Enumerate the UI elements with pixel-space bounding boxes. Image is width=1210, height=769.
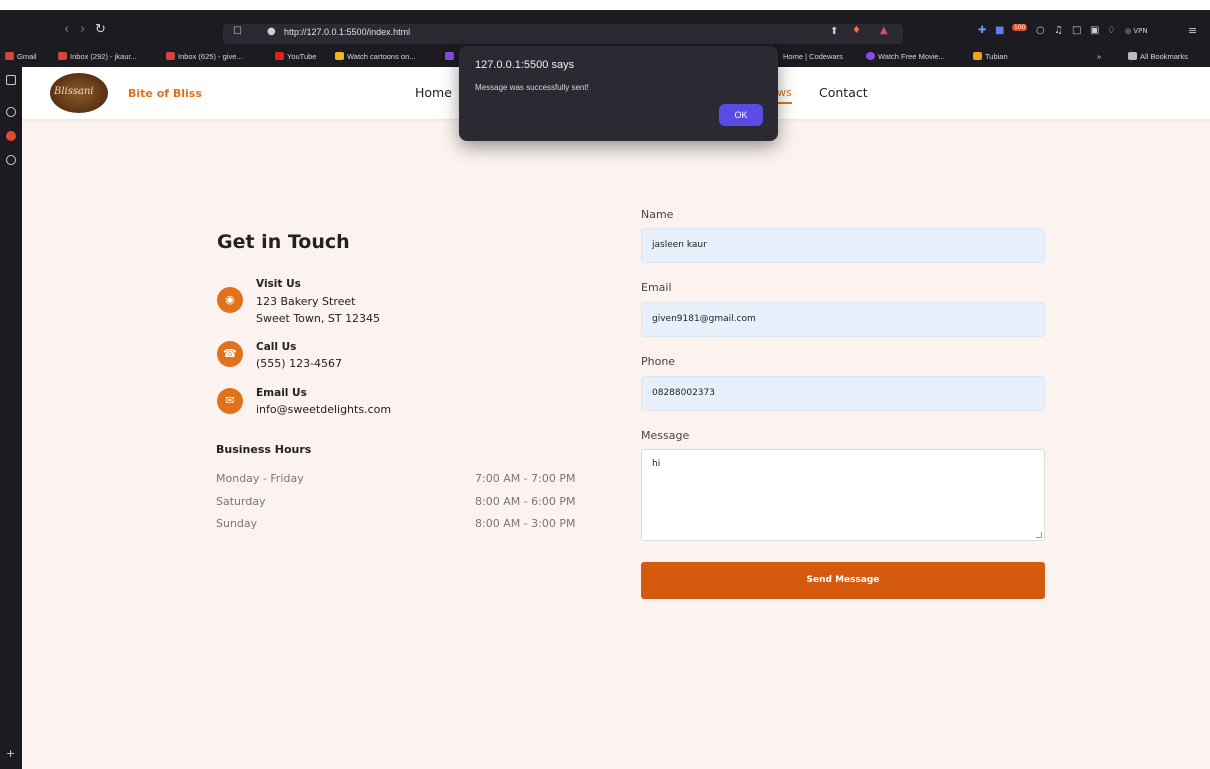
sidebar-panel-icon[interactable] (6, 75, 16, 85)
email-field[interactable]: given9181@gmail.com (641, 302, 1045, 337)
sidebar-toggle-icon[interactable]: □ (1072, 25, 1081, 36)
hours-time: 7:00 AM - 7:00 PM (475, 472, 576, 485)
call-title: Call Us (256, 341, 297, 353)
phone-label: Phone (641, 355, 676, 368)
hours-day: Saturday (216, 495, 266, 508)
extension-2-icon[interactable]: ■ (995, 25, 1004, 36)
bookmark-page-icon[interactable]: ☐ (233, 26, 242, 37)
message-text: hi (652, 459, 661, 469)
screenshot-icon[interactable]: ▣ (1090, 25, 1099, 36)
badge-count[interactable]: 100 (1012, 24, 1028, 31)
cartoon-icon (335, 52, 344, 60)
rewards-icon[interactable]: ▲ (880, 25, 888, 36)
alert-title: 127.0.0.1:5500 says (475, 59, 575, 71)
sidebar-settings-icon[interactable] (6, 155, 16, 165)
mail-icon (166, 52, 175, 60)
email-icon: ✉ (217, 388, 243, 414)
browser-sidebar: + (0, 67, 22, 769)
youtube-icon (275, 52, 284, 60)
folder-icon (1128, 52, 1137, 60)
movie-icon (866, 52, 875, 60)
section-title: Get in Touch (217, 231, 350, 253)
hours-time: 8:00 AM - 6:00 PM (475, 495, 576, 508)
extension-icon[interactable]: ✚ (978, 25, 986, 36)
vpn-label: VPN (1133, 27, 1148, 35)
hours-day: Sunday (216, 517, 258, 530)
browser-toolbar: ‹ › ↻ ☐ ● http://127.0.0.1:5500/index.ht… (0, 10, 1210, 46)
forward-icon[interactable]: › (80, 22, 85, 37)
heart-icon (445, 52, 454, 60)
resize-handle[interactable] (1036, 532, 1042, 538)
brave-shield-icon[interactable]: ♦ (852, 25, 861, 36)
bookmark-inbox-2[interactable]: Inbox (625) - give... (166, 52, 243, 61)
bookmark-gmail[interactable]: Gmail (5, 52, 37, 61)
music-icon[interactable]: ♫ (1054, 25, 1063, 36)
name-label: Name (641, 208, 674, 221)
sidebar-youtube-icon[interactable] (6, 131, 16, 141)
logo[interactable]: Blissani (50, 73, 108, 113)
call-phone: (555) 123-4567 (256, 357, 343, 370)
share-icon[interactable]: ⬆ (830, 26, 838, 37)
tubian-icon (973, 52, 982, 60)
top-strip (0, 0, 1210, 10)
bookmark-codewars[interactable]: Home | Codewars (783, 52, 843, 61)
nav-contact[interactable]: Contact (819, 85, 868, 100)
bookmark-inbox-1[interactable]: Inbox (292) - jkaur... (58, 52, 137, 61)
email-address: info@sweetdelights.com (256, 403, 392, 416)
hours-title: Business Hours (216, 443, 312, 456)
alert-dialog: 127.0.0.1:5500 says Message was successf… (459, 46, 778, 141)
ok-button[interactable]: OK (719, 104, 763, 126)
hours-day: Monday - Friday (216, 472, 304, 485)
visit-address-line1: 123 Bakery Street (256, 295, 356, 308)
site-info-icon[interactable]: ● (267, 26, 276, 37)
nav-home[interactable]: Home (415, 85, 452, 100)
email-label: Email (641, 281, 672, 294)
url-text: http://127.0.0.1:5500/index.html (284, 27, 411, 37)
wallet-icon[interactable]: ♢ (1107, 25, 1116, 36)
sidebar-history-icon[interactable] (6, 107, 16, 117)
visit-address-line2: Sweet Town, ST 12345 (256, 312, 381, 325)
bookmark-tubian[interactable]: Tubian (973, 52, 1008, 61)
chat-icon[interactable]: ○ (1036, 25, 1045, 36)
message-field[interactable]: hi (641, 449, 1045, 541)
back-icon[interactable]: ‹ (64, 22, 69, 37)
more-bookmarks-icon[interactable]: » (1097, 52, 1101, 61)
bookmark-youtube[interactable]: YouTube (275, 52, 316, 61)
all-bookmarks[interactable]: All Bookmarks (1128, 52, 1188, 61)
name-field[interactable]: jasleen kaur (641, 228, 1045, 263)
bookmark-purple[interactable] (445, 52, 457, 61)
visit-title: Visit Us (256, 278, 301, 290)
brand-name[interactable]: Bite of Bliss (128, 87, 202, 100)
gmail-icon (5, 52, 14, 60)
phone-icon: ☎ (217, 341, 243, 367)
bookmark-cartoons[interactable]: Watch cartoons on... (335, 52, 416, 61)
page: Blissani Bite of Bliss Home ws Contact G… (22, 67, 1210, 769)
mail-icon (58, 52, 67, 60)
vpn-button[interactable]: ◎ VPN (1125, 27, 1148, 35)
hours-time: 8:00 AM - 3:00 PM (475, 517, 576, 530)
location-icon: ◉ (217, 287, 243, 313)
send-message-button[interactable]: Send Message (641, 562, 1045, 599)
alert-message: Message was successfully sent! (475, 83, 589, 92)
message-label: Message (641, 429, 690, 442)
add-icon[interactable]: + (6, 747, 15, 760)
phone-field[interactable]: 08288002373 (641, 376, 1045, 411)
email-title: Email Us (256, 387, 307, 399)
nav-reviews[interactable]: ws (777, 86, 792, 104)
reload-icon[interactable]: ↻ (95, 22, 106, 37)
menu-icon[interactable]: ≡ (1188, 24, 1197, 37)
bookmark-movies[interactable]: Watch Free Movie... (866, 52, 945, 61)
